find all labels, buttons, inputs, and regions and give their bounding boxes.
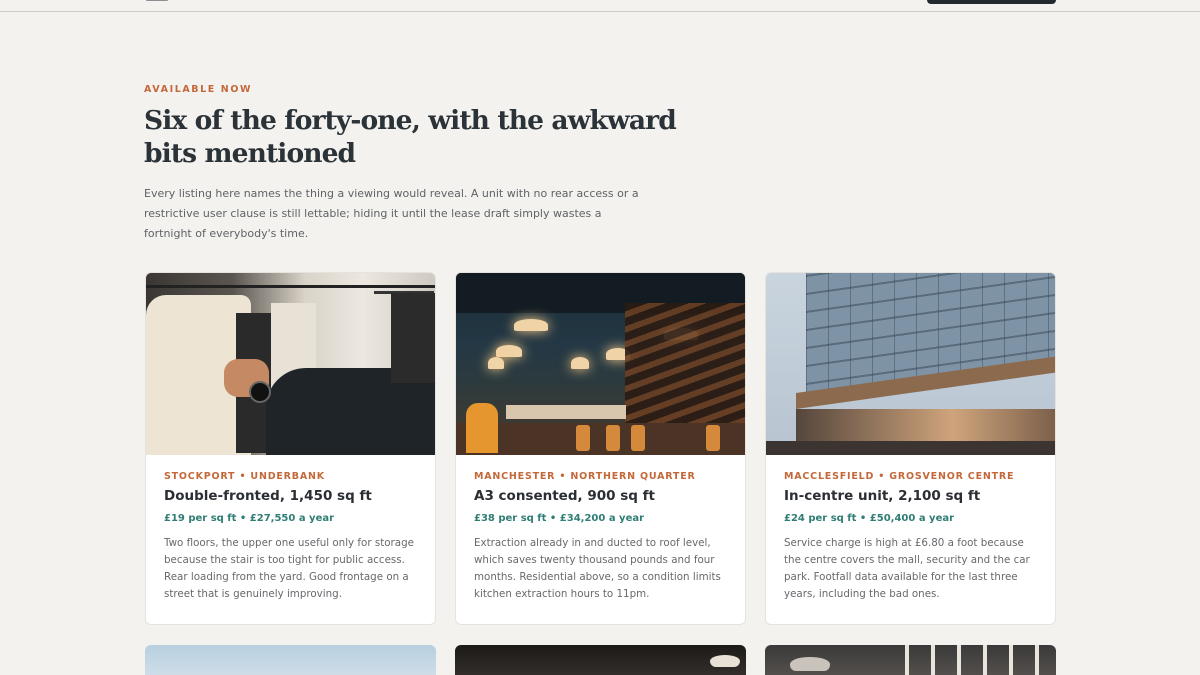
section-headline: Six of the forty-one, with the awkward b… [144, 105, 677, 169]
menu-icon[interactable] [146, 0, 168, 1]
clothing-rail-photo [146, 273, 435, 455]
listing-card-photo-partial[interactable] [455, 645, 746, 675]
nav-cta-button[interactable] [927, 0, 1056, 4]
listing-location: STOCKPORT • UNDERBANK [164, 471, 325, 482]
listing-price: £24 per sq ft • £50,400 a year [784, 513, 955, 524]
listing-location: MANCHESTER • NORTHERN QUARTER [474, 471, 696, 482]
section-eyebrow: AVAILABLE NOW [144, 84, 253, 95]
listing-title[interactable]: Double-fronted, 1,450 sq ft [164, 488, 417, 504]
listing-description: Service charge is high at £6.80 a foot b… [784, 537, 1030, 600]
listing-title[interactable]: In-centre unit, 2,100 sq ft [784, 488, 1037, 504]
listing-price: £19 per sq ft • £27,550 a year [164, 513, 335, 524]
restaurant-interior-photo [456, 273, 745, 455]
listing-card[interactable]: MANCHESTER • NORTHERN QUARTER A3 consent… [455, 272, 746, 625]
listing-description: Extraction already in and ducted to roof… [474, 537, 721, 600]
listing-card-photo-partial[interactable] [765, 645, 1056, 675]
section-intro: Every listing here names the thing a vie… [144, 187, 639, 240]
listing-price: £38 per sq ft • £34,200 a year [474, 513, 645, 524]
listing-card[interactable]: STOCKPORT • UNDERBANK Double-fronted, 1,… [145, 272, 436, 625]
listing-card[interactable]: MACCLESFIELD • GROSVENOR CENTRE In-centr… [765, 272, 1056, 625]
listing-location: MACCLESFIELD • GROSVENOR CENTRE [784, 471, 1015, 482]
glass-building-photo [766, 273, 1055, 455]
top-nav-bar [0, 0, 1200, 12]
listing-card-photo-partial[interactable] [145, 645, 436, 675]
listing-title[interactable]: A3 consented, 900 sq ft [474, 488, 727, 504]
listing-description: Two floors, the upper one useful only fo… [164, 537, 414, 600]
